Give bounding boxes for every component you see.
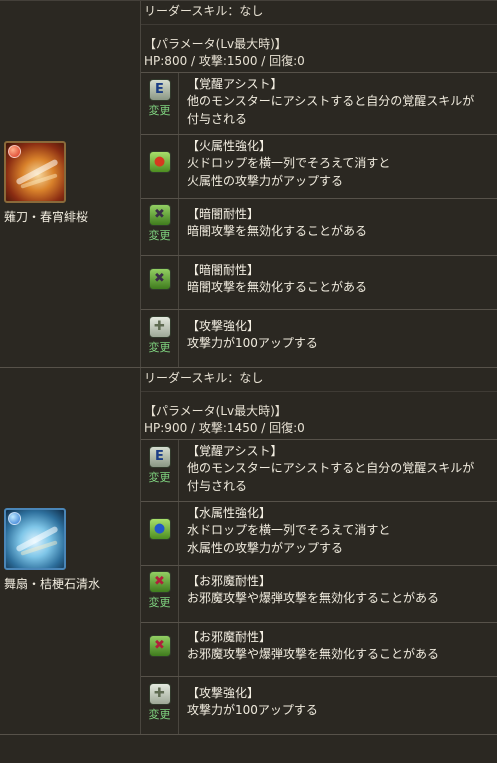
skill-icon-cell: ✚ 変更	[141, 310, 179, 367]
change-link[interactable]: 変更	[149, 228, 171, 244]
skill-desc: 付与される	[187, 478, 248, 493]
skill-desc: 火ドロップを横一列でそろえて消すと	[187, 156, 391, 171]
skill-text: 【覚醒アシスト】 他のモンスターにアシストすると自分の覚醒スキルが 付与される	[179, 440, 497, 501]
jammer-resist-icon: ✖	[148, 635, 171, 657]
parameters-values: HP:900 / 攻撃:1450 / 回復:0	[144, 421, 305, 436]
skill-desc: 他のモンスターにアシストすると自分の覚醒スキルが	[187, 461, 475, 476]
skill-text: 【攻撃強化】 攻撃力が100アップする	[179, 677, 497, 734]
skill-icon-cell: ✖ 変更	[141, 199, 179, 255]
skill-text: 【お邪魔耐性】 お邪魔攻撃や爆弾攻撃を無効化することがある	[179, 623, 497, 676]
change-link[interactable]: 変更	[149, 707, 171, 723]
skill-text: 【暗闇耐性】 暗闇攻撃を無効化することがある	[179, 256, 497, 309]
skill-title: 【お邪魔耐性】	[187, 630, 272, 644]
skill-text: 【水属性強化】 水ドロップを横一列でそろえて消すと 水属性の攻撃力がアップする	[179, 502, 497, 565]
monster-name[interactable]: 舞扇・桔梗石清水	[4, 576, 140, 593]
skill-text: 【攻撃強化】 攻撃力が100アップする	[179, 310, 497, 367]
skill-title: 【水属性強化】	[187, 506, 272, 520]
parameters: 【パラメータ(Lv最大時)】 HP:800 / 攻撃:1500 / 回復:0	[141, 25, 497, 73]
monster-portrait[interactable]	[4, 508, 66, 571]
skill-row: ● 【火属性強化】 火ドロップを横一列でそろえて消すと 火属性の攻撃力がアップす…	[141, 135, 497, 199]
skill-text: 【覚醒アシスト】 他のモンスターにアシストすると自分の覚醒スキルが 付与される	[179, 73, 497, 134]
skill-title: 【暗闇耐性】	[187, 263, 260, 277]
skill-desc: 水属性の攻撃力がアップする	[187, 540, 344, 555]
awakening-table: 薙刀・春宵緋桜 リーダースキル：なし 【パラメータ(Lv最大時)】 HP:800…	[0, 0, 497, 735]
attack-enhance-icon: ✚	[148, 316, 171, 338]
skill-icon-cell: ●	[141, 502, 179, 565]
skill-title: 【覚醒アシスト】	[187, 77, 283, 91]
skill-row: ✚ 変更 【攻撃強化】 攻撃力が100アップする	[141, 677, 497, 734]
skill-icon-cell: ●	[141, 135, 179, 198]
water-attribute-icon	[8, 512, 21, 526]
change-link[interactable]: 変更	[149, 470, 171, 486]
skill-row: ✖ 変更 【お邪魔耐性】 お邪魔攻撃や爆弾攻撃を無効化することがある	[141, 566, 497, 623]
skill-title: 【攻撃強化】	[187, 319, 260, 333]
parameters-values: HP:800 / 攻撃:1500 / 回復:0	[144, 54, 305, 69]
skill-title: 【お邪魔耐性】	[187, 574, 272, 588]
fire-row-enhance-icon: ●	[148, 151, 171, 173]
skill-icon-cell: E 変更	[141, 440, 179, 501]
dark-resist-icon: ✖	[148, 268, 171, 290]
water-row-enhance-icon: ●	[148, 518, 171, 540]
skill-desc: お邪魔攻撃や爆弾攻撃を無効化することがある	[187, 591, 440, 606]
skill-desc: 火属性の攻撃力がアップする	[187, 173, 344, 188]
skill-title: 【火属性強化】	[187, 139, 272, 153]
skill-row: ✖ 【お邪魔耐性】 お邪魔攻撃や爆弾攻撃を無効化することがある	[141, 623, 497, 677]
fire-attribute-icon	[8, 145, 21, 159]
awakening-assist-icon: E	[148, 79, 171, 101]
monster-details: リーダースキル：なし 【パラメータ(Lv最大時)】 HP:900 / 攻撃:14…	[141, 368, 497, 734]
change-link[interactable]: 変更	[149, 340, 171, 356]
monster-block: 薙刀・春宵緋桜 リーダースキル：なし 【パラメータ(Lv最大時)】 HP:800…	[0, 1, 497, 368]
skill-text: 【暗闇耐性】 暗闇攻撃を無効化することがある	[179, 199, 497, 255]
parameters-title: 【パラメータ(Lv最大時)】	[144, 404, 287, 418]
skill-row: E 変更 【覚醒アシスト】 他のモンスターにアシストすると自分の覚醒スキルが 付…	[141, 440, 497, 502]
attack-enhance-icon: ✚	[148, 683, 171, 705]
monster-cell: 舞扇・桔梗石清水	[0, 368, 141, 734]
skill-desc: 攻撃力が100アップする	[187, 703, 318, 718]
skill-icon-cell: ✖ 変更	[141, 566, 179, 622]
monster-cell: 薙刀・春宵緋桜	[0, 1, 141, 367]
skill-row: ✖ 変更 【暗闇耐性】 暗闇攻撃を無効化することがある	[141, 199, 497, 256]
skill-icon-cell: ✖	[141, 623, 179, 676]
leader-skill: リーダースキル：なし	[141, 1, 497, 25]
skill-desc: 暗闇攻撃を無効化することがある	[187, 224, 368, 239]
skill-desc: 暗闇攻撃を無効化することがある	[187, 280, 368, 295]
skill-row: ✖ 【暗闇耐性】 暗闇攻撃を無効化することがある	[141, 256, 497, 310]
dark-resist-icon: ✖	[148, 204, 171, 226]
monster-details: リーダースキル：なし 【パラメータ(Lv最大時)】 HP:800 / 攻撃:15…	[141, 1, 497, 367]
change-link[interactable]: 変更	[149, 103, 171, 119]
skill-desc: 水ドロップを横一列でそろえて消すと	[187, 523, 391, 538]
monster-name[interactable]: 薙刀・春宵緋桜	[4, 209, 140, 226]
skill-title: 【覚醒アシスト】	[187, 444, 283, 458]
skill-row: ✚ 変更 【攻撃強化】 攻撃力が100アップする	[141, 310, 497, 367]
skill-title: 【攻撃強化】	[187, 686, 260, 700]
jammer-resist-icon: ✖	[148, 571, 171, 593]
skill-title: 【暗闇耐性】	[187, 207, 260, 221]
skill-icon-cell: ✚ 変更	[141, 677, 179, 734]
leader-skill: リーダースキル：なし	[141, 368, 497, 392]
skill-text: 【お邪魔耐性】 お邪魔攻撃や爆弾攻撃を無効化することがある	[179, 566, 497, 622]
monster-portrait[interactable]	[4, 141, 66, 204]
awakening-assist-icon: E	[148, 446, 171, 468]
skill-desc: 攻撃力が100アップする	[187, 336, 318, 351]
skill-text: 【火属性強化】 火ドロップを横一列でそろえて消すと 火属性の攻撃力がアップする	[179, 135, 497, 198]
skill-desc: お邪魔攻撃や爆弾攻撃を無効化することがある	[187, 647, 440, 662]
change-link[interactable]: 変更	[149, 595, 171, 611]
parameters: 【パラメータ(Lv最大時)】 HP:900 / 攻撃:1450 / 回復:0	[141, 392, 497, 440]
skill-row: ● 【水属性強化】 水ドロップを横一列でそろえて消すと 水属性の攻撃力がアップす…	[141, 502, 497, 566]
skill-icon-cell: E 変更	[141, 73, 179, 134]
skill-row: E 変更 【覚醒アシスト】 他のモンスターにアシストすると自分の覚醒スキルが 付…	[141, 73, 497, 135]
parameters-title: 【パラメータ(Lv最大時)】	[144, 37, 287, 51]
skill-desc: 他のモンスターにアシストすると自分の覚醒スキルが	[187, 94, 475, 109]
skill-icon-cell: ✖	[141, 256, 179, 309]
skill-desc: 付与される	[187, 111, 248, 126]
monster-block: 舞扇・桔梗石清水 リーダースキル：なし 【パラメータ(Lv最大時)】 HP:90…	[0, 368, 497, 735]
